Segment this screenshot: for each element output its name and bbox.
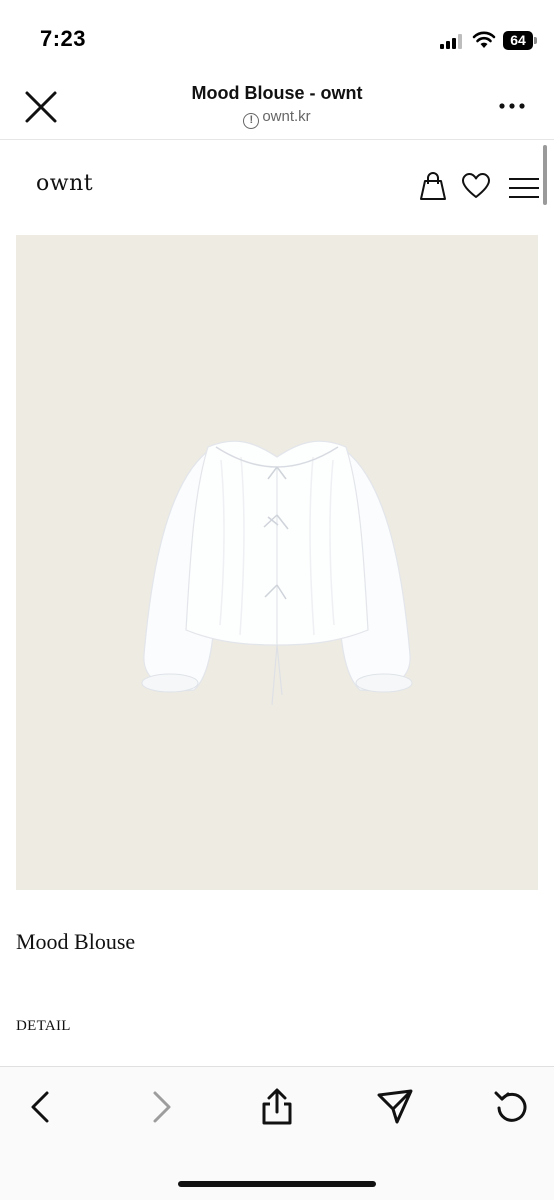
product-image[interactable] <box>16 235 538 890</box>
cellular-signal-icon <box>440 34 462 49</box>
back-icon[interactable] <box>22 1087 62 1127</box>
more-icon[interactable] <box>496 94 528 118</box>
battery-icon: 64 <box>503 31 533 50</box>
close-icon[interactable] <box>22 88 60 126</box>
battery-level: 64 <box>510 32 526 48</box>
browser-toolbar <box>0 1066 554 1200</box>
blouse-illustration <box>141 440 413 706</box>
page-title: Mood Blouse - ownt <box>191 83 363 103</box>
product-name: Mood Blouse <box>16 929 136 954</box>
site-logo[interactable]: ownt <box>36 171 93 196</box>
shopping-bag-icon[interactable] <box>418 170 448 202</box>
detail-label[interactable]: DETAIL <box>16 1018 71 1035</box>
home-indicator[interactable] <box>178 1181 376 1187</box>
status-bar: 7:23 64 <box>0 0 554 70</box>
forward-icon[interactable] <box>140 1087 180 1127</box>
share-icon[interactable] <box>257 1087 297 1127</box>
battery-nub <box>534 37 537 44</box>
url-text: ownt.kr <box>262 108 311 125</box>
info-icon: ! <box>243 113 260 129</box>
page-url[interactable]: ! ownt.kr <box>100 108 454 129</box>
status-time: 7:23 <box>40 26 87 51</box>
browser-header: Mood Blouse - ownt ! ownt.kr <box>0 70 554 140</box>
scrollbar[interactable] <box>543 145 547 205</box>
heart-icon[interactable] <box>461 172 491 200</box>
send-icon[interactable] <box>375 1087 415 1127</box>
hamburger-menu-icon[interactable] <box>508 176 540 200</box>
wifi-icon <box>472 31 496 48</box>
reload-icon[interactable] <box>492 1087 532 1127</box>
